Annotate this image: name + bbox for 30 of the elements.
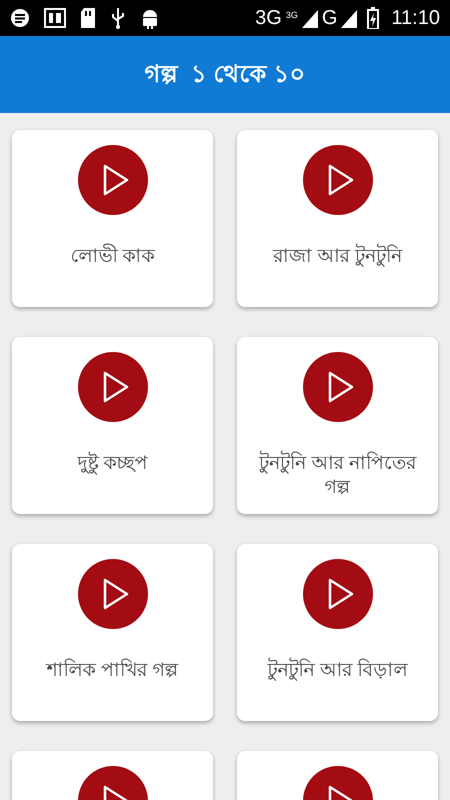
header-title: গল্প ১ থেকে ১০ [144,60,306,90]
story-card[interactable]: রাজা আর টুনটুনি [237,130,438,307]
signal-icon [341,8,358,28]
play-icon [302,352,372,422]
signal-icon [302,8,318,28]
story-title: শালিক পাখির গল্প [44,659,180,683]
android-icon [140,7,160,29]
battery-icon [367,7,380,29]
story-card[interactable]: লোভী কাক [12,130,213,307]
story-title: দুষ্টু কচ্ছপ [76,452,149,476]
play-icon [78,559,148,629]
play-icon [302,559,372,629]
play-icon [78,352,148,422]
story-title: লোভী কাক [60,245,165,269]
clock-time: 11:10 [391,6,440,31]
network-label: 3G [286,9,298,22]
play-icon [302,145,372,215]
usb-icon [110,7,126,29]
play-icon [78,145,148,215]
story-title: রাজা আর টুনটুনি [263,245,412,269]
message-icon [10,8,30,28]
network-label: 3G [255,6,282,31]
story-card[interactable]: দুষ্টু কচ্ছপ [12,337,213,514]
story-card[interactable]: টুনটুনি আর বিড়াল [237,544,438,721]
story-card[interactable]: টুনটুনি আর নাপিতের গল্প [237,337,438,514]
story-title: টুনটুনি আর নাপিতের গল্প [237,452,438,500]
story-title: টুনটুনি আর বিড়াল [258,659,418,683]
sd-card-icon [80,7,96,29]
network-label: G [322,6,338,31]
story-card[interactable]: শালিক পাখির গল্প [12,544,213,721]
